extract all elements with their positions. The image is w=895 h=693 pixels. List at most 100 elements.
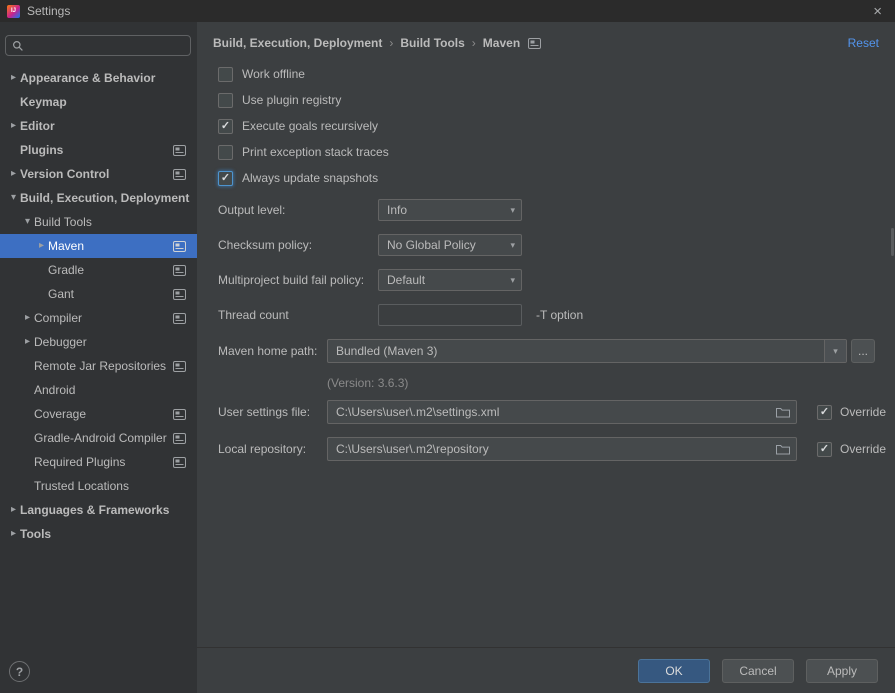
chevron-right-icon[interactable] <box>7 505 20 515</box>
intellij-logo-icon: IJ <box>7 5 20 18</box>
sidebar-item-gradle-android-compiler[interactable]: Gradle-Android Compiler <box>0 426 197 450</box>
local-repository-override: Override <box>817 442 886 457</box>
sidebar-item-compiler[interactable]: Compiler <box>0 306 197 330</box>
sidebar-item-build-tools[interactable]: Build Tools <box>0 210 197 234</box>
chevron-right-icon[interactable] <box>7 169 20 179</box>
checkbox-label[interactable]: Execute goals recursively <box>242 119 378 133</box>
sidebar-item-version-control[interactable]: Version Control <box>0 162 197 186</box>
user-settings-override-checkbox[interactable] <box>817 405 832 420</box>
sidebar-item-coverage[interactable]: Coverage <box>0 402 197 426</box>
close-icon[interactable]: × <box>867 3 888 20</box>
chevron-right-icon[interactable] <box>21 337 34 347</box>
sidebar-item-label: Tools <box>20 527 51 541</box>
checkbox-row-work-offline: Work offline <box>218 61 895 87</box>
sidebar-item-gradle[interactable]: Gradle <box>0 258 197 282</box>
settings-group-icon <box>173 289 186 300</box>
scrollbar-thumb[interactable] <box>891 228 894 256</box>
sidebar-item-label: Trusted Locations <box>34 479 129 493</box>
dialog-footer: OK Cancel Apply <box>197 647 895 693</box>
sidebar-item-editor[interactable]: Editor <box>0 114 197 138</box>
work-offline-checkbox[interactable] <box>218 67 233 82</box>
sidebar-item-keymap[interactable]: Keymap <box>0 90 197 114</box>
chevron-down-icon[interactable] <box>21 217 34 227</box>
apply-button[interactable]: Apply <box>806 659 878 683</box>
cancel-button[interactable]: Cancel <box>722 659 794 683</box>
folder-icon[interactable] <box>776 444 790 455</box>
maven-home-browse-button[interactable]: ... <box>851 339 875 363</box>
sidebar-item-label: Maven <box>48 239 84 253</box>
multiproject-policy-row: Multiproject build fail policy: Default <box>218 269 895 291</box>
settings-sidebar: Appearance & Behavior Keymap Editor Plug… <box>0 22 197 693</box>
checkbox-label[interactable]: Use plugin registry <box>242 93 341 107</box>
use-plugin-registry-checkbox[interactable] <box>218 93 233 108</box>
sidebar-item-label: Android <box>34 383 75 397</box>
sidebar-item-label: Editor <box>20 119 55 133</box>
breadcrumb-build-execution-deployment[interactable]: Build, Execution, Deployment <box>213 36 382 50</box>
window-title: Settings <box>27 4 70 18</box>
settings-group-icon <box>173 409 186 420</box>
chevron-down-icon <box>510 205 521 216</box>
breadcrumb-build-tools[interactable]: Build Tools <box>400 36 464 50</box>
sidebar-item-required-plugins[interactable]: Required Plugins <box>0 450 197 474</box>
chevron-down-icon <box>510 240 521 251</box>
chevron-down-icon[interactable] <box>7 193 20 203</box>
reset-link[interactable]: Reset <box>848 36 879 50</box>
folder-icon[interactable] <box>776 407 790 418</box>
override-label[interactable]: Override <box>840 405 886 419</box>
checkbox-label[interactable]: Print exception stack traces <box>242 145 389 159</box>
checkbox-label[interactable]: Work offline <box>242 67 305 81</box>
local-repository-override-checkbox[interactable] <box>817 442 832 457</box>
ok-button[interactable]: OK <box>638 659 710 683</box>
sidebar-item-remote-jar-repositories[interactable]: Remote Jar Repositories <box>0 354 197 378</box>
local-repository-value: C:\Users\user\.m2\repository <box>336 442 770 456</box>
thread-count-input[interactable] <box>378 304 522 326</box>
output-level-label: Output level: <box>218 203 378 217</box>
sidebar-item-gant[interactable]: Gant <box>0 282 197 306</box>
sidebar-item-trusted-locations[interactable]: Trusted Locations <box>0 474 197 498</box>
checksum-policy-select[interactable]: No Global Policy <box>378 234 522 256</box>
checkbox-row-always-update: Always update snapshots <box>218 165 895 191</box>
local-repository-row: Local repository: C:\Users\user\.m2\repo… <box>218 437 895 461</box>
maven-home-select[interactable]: Bundled (Maven 3) <box>327 339 847 363</box>
settings-tree: Appearance & Behavior Keymap Editor Plug… <box>0 66 197 546</box>
multiproject-policy-select[interactable]: Default <box>378 269 522 291</box>
sidebar-item-languages-frameworks[interactable]: Languages & Frameworks <box>0 498 197 522</box>
chevron-right-icon[interactable] <box>35 241 48 251</box>
always-update-snapshots-checkbox[interactable] <box>218 171 233 186</box>
execute-goals-recursively-checkbox[interactable] <box>218 119 233 134</box>
sidebar-item-maven[interactable]: Maven <box>0 234 197 258</box>
chevron-right-icon[interactable] <box>7 73 20 83</box>
sidebar-item-label: Keymap <box>20 95 67 109</box>
breadcrumb-maven: Maven <box>483 36 520 50</box>
sidebar-item-tools[interactable]: Tools <box>0 522 197 546</box>
help-button[interactable]: ? <box>9 661 30 682</box>
override-label[interactable]: Override <box>840 442 886 456</box>
output-level-row: Output level: Info <box>218 199 895 221</box>
checkbox-label[interactable]: Always update snapshots <box>242 171 378 185</box>
print-exception-stack-traces-checkbox[interactable] <box>218 145 233 160</box>
user-settings-input[interactable]: C:\Users\user\.m2\settings.xml <box>327 400 797 424</box>
chevron-right-icon[interactable] <box>21 313 34 323</box>
checkbox-section: Work offline Use plugin registry Execute… <box>197 53 895 191</box>
settings-search-box[interactable] <box>5 35 191 56</box>
search-input[interactable] <box>29 39 184 53</box>
sidebar-item-debugger[interactable]: Debugger <box>0 330 197 354</box>
checksum-policy-value: No Global Policy <box>387 238 510 252</box>
sidebar-item-android[interactable]: Android <box>0 378 197 402</box>
sidebar-item-label: Coverage <box>34 407 86 421</box>
chevron-right-icon[interactable] <box>7 529 20 539</box>
user-settings-override: Override <box>817 405 886 420</box>
checkbox-row-execute-goals: Execute goals recursively <box>218 113 895 139</box>
thread-count-row: Thread count -T option <box>218 304 895 326</box>
sidebar-item-label: Gradle <box>48 263 84 277</box>
sidebar-item-appearance-behavior[interactable]: Appearance & Behavior <box>0 66 197 90</box>
sidebar-item-plugins[interactable]: Plugins <box>0 138 197 162</box>
output-level-select[interactable]: Info <box>378 199 522 221</box>
maven-home-row: Maven home path: Bundled (Maven 3) ... <box>218 339 895 363</box>
sidebar-item-build-execution-deployment[interactable]: Build, Execution, Deployment <box>0 186 197 210</box>
chevron-right-icon[interactable] <box>7 121 20 131</box>
local-repository-input[interactable]: C:\Users\user\.m2\repository <box>327 437 797 461</box>
thread-count-label: Thread count <box>218 308 378 322</box>
sidebar-item-label: Appearance & Behavior <box>20 71 155 85</box>
chevron-down-icon[interactable] <box>824 340 846 362</box>
